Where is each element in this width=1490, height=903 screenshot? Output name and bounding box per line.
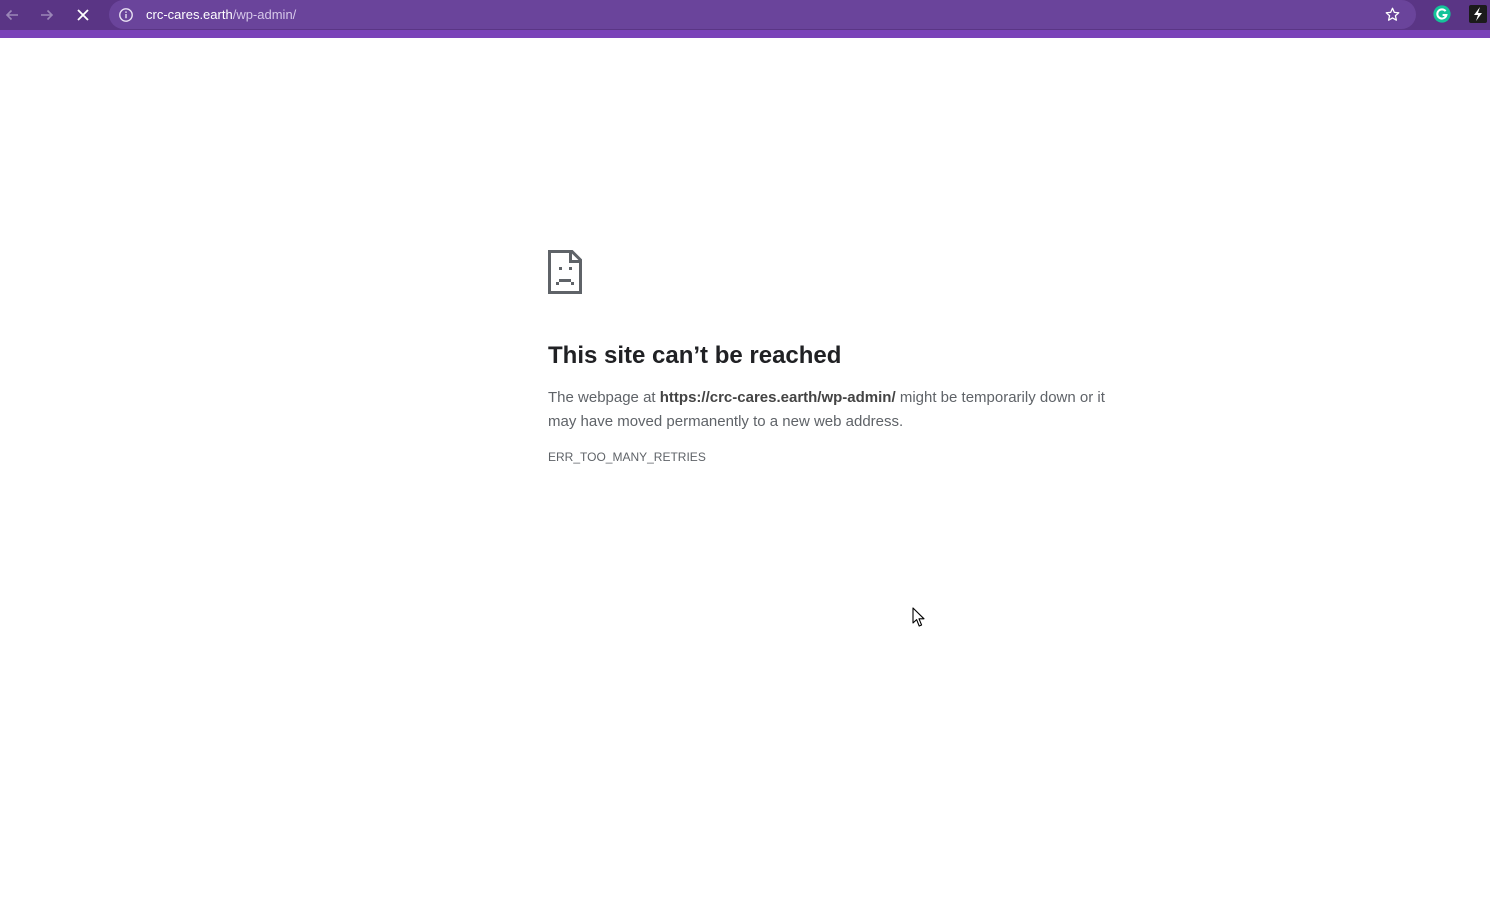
error-title: This site can’t be reached bbox=[548, 342, 842, 369]
grammarly-extension-icon[interactable] bbox=[1433, 5, 1451, 23]
forward-button[interactable] bbox=[35, 3, 59, 27]
arrow-right-icon bbox=[41, 9, 54, 21]
sad-document-icon bbox=[548, 250, 582, 294]
star-outline-icon[interactable] bbox=[1384, 6, 1401, 23]
url-path: /wp-admin/ bbox=[232, 7, 297, 22]
back-button[interactable] bbox=[0, 3, 24, 27]
mouse-cursor-icon bbox=[912, 607, 925, 627]
stop-loading-button[interactable] bbox=[71, 3, 95, 27]
extension-bolt-icon[interactable] bbox=[1469, 5, 1487, 23]
error-code: ERR_TOO_MANY_RETRIES bbox=[548, 450, 706, 464]
error-description: The webpage at https://crc-cares.earth/w… bbox=[548, 386, 1128, 434]
close-icon bbox=[77, 9, 89, 21]
error-url: https://crc-cares.earth/wp-admin/ bbox=[659, 389, 896, 406]
arrow-left-icon bbox=[5, 9, 18, 21]
address-bar[interactable]: crc-cares.earth/wp-admin/ bbox=[109, 0, 1416, 29]
url-text[interactable]: crc-cares.earth/wp-admin/ bbox=[146, 7, 296, 23]
browser-toolbar: crc-cares.earth/wp-admin/ bbox=[0, 0, 1490, 38]
url-host: crc-cares.earth bbox=[146, 7, 233, 22]
info-circle-icon[interactable] bbox=[118, 7, 134, 23]
error-description-prefix: The webpage at bbox=[548, 389, 660, 406]
